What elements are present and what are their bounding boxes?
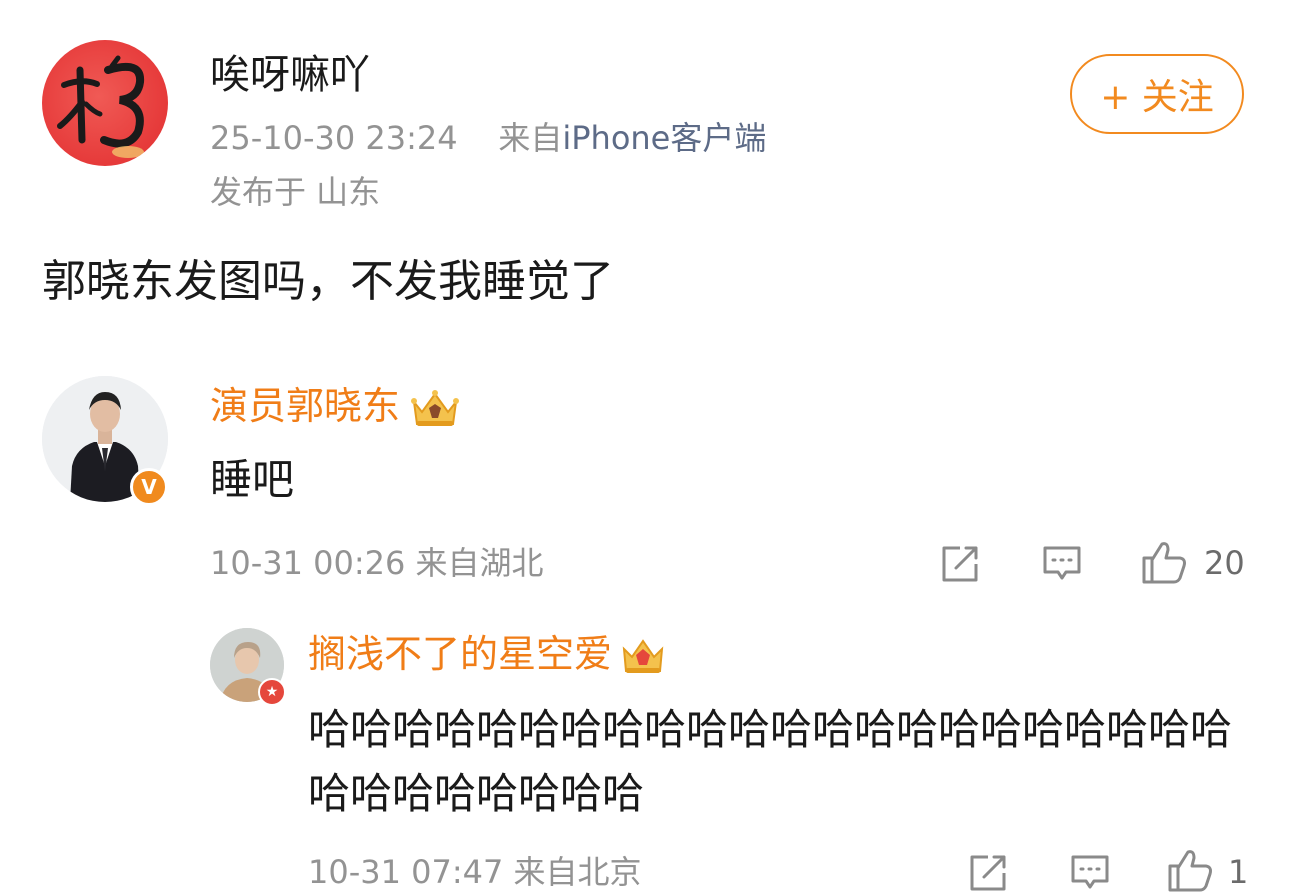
crown-icon	[622, 638, 664, 673]
comment-icon[interactable]	[1042, 544, 1082, 584]
like-count: 1	[1228, 853, 1249, 891]
comment-author-name[interactable]: 演员郭晓东	[210, 380, 462, 432]
thumbs-up-icon[interactable]	[1166, 846, 1214, 894]
comment-author-name-text[interactable]: 演员郭晓东	[210, 384, 400, 428]
verified-badge: V	[130, 468, 168, 506]
reply-author-name-text[interactable]: 搁浅不了的星空爱	[308, 632, 612, 676]
reply-author-name[interactable]: 搁浅不了的星空爱	[308, 628, 666, 680]
follow-button[interactable]: + 关注	[1070, 54, 1244, 134]
post-location: 发布于 山东	[210, 173, 381, 211]
comment-meta: 10-31 00:26 来自湖北	[210, 544, 544, 582]
comment-text: 睡吧	[210, 455, 295, 504]
calligraphy-avatar-art	[57, 55, 145, 158]
crown-icon	[411, 389, 460, 426]
thumbs-up-icon[interactable]	[1140, 538, 1188, 586]
like-count: 20	[1204, 544, 1245, 582]
post-source-prefix: 来自	[498, 119, 563, 157]
star-badge-icon: ★	[258, 678, 286, 706]
post-meta: 25-10-30 23:24 来自iPhone客户端	[210, 116, 766, 160]
post-author-avatar[interactable]	[42, 40, 168, 166]
share-icon[interactable]	[940, 544, 980, 584]
post-text: 郭晓东发图吗，不发我睡觉了	[42, 256, 614, 307]
post-datetime: 25-10-30 23:24	[210, 119, 458, 157]
share-icon[interactable]	[968, 853, 1008, 893]
post-device[interactable]: iPhone客户端	[562, 119, 766, 157]
post-author-name[interactable]: 唉呀嘛吖	[210, 50, 370, 100]
comment-icon[interactable]	[1070, 853, 1110, 893]
reply-text: 哈哈哈哈哈哈哈哈哈哈哈哈哈哈哈哈哈哈哈哈哈哈哈哈哈哈哈哈哈哈	[308, 705, 1233, 818]
reply-meta: 10-31 07:47 来自北京	[308, 853, 642, 891]
